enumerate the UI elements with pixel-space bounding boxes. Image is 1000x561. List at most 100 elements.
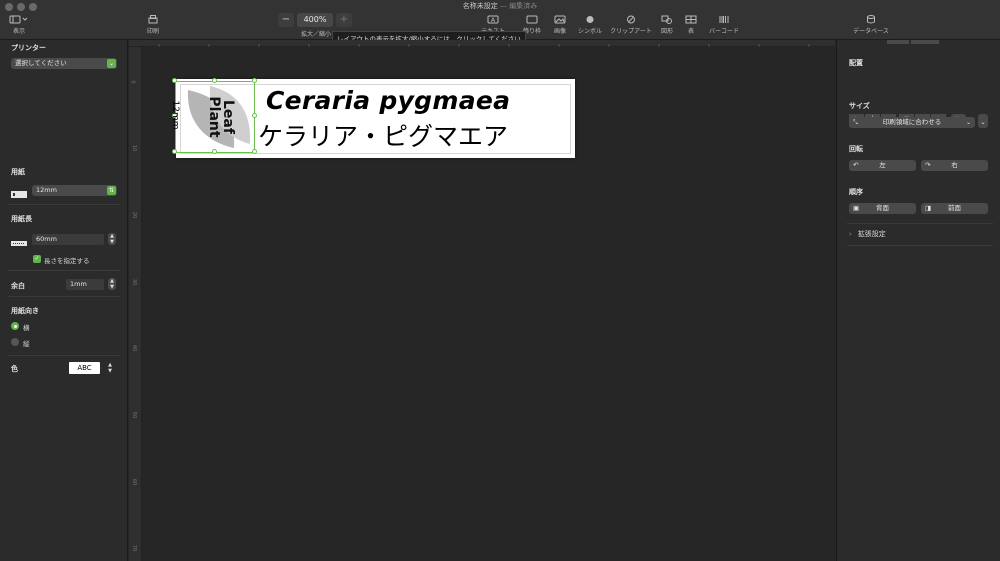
- resize-handle-right[interactable]: [252, 113, 257, 118]
- send-to-back-label: 背面: [876, 204, 889, 212]
- barcode-button[interactable]: バーコード: [705, 15, 743, 35]
- length-fixed-checkbox[interactable]: ✓: [33, 255, 41, 263]
- printer-section-title: プリンター: [11, 44, 46, 52]
- rotate-left-icon: ↶: [853, 161, 859, 169]
- length-stepper[interactable]: ▲ ▼: [108, 233, 116, 245]
- divider: [847, 245, 993, 246]
- document-status: 編集済み: [509, 2, 538, 10]
- margin-section-title: 余白: [11, 282, 25, 290]
- divider: [847, 223, 993, 224]
- ruler-mark: 20: [131, 211, 138, 219]
- selection-box[interactable]: [175, 81, 255, 153]
- ruler-mark: 40: [131, 344, 138, 352]
- orientation-portrait-label: 縦: [23, 340, 30, 348]
- resize-handle-top[interactable]: [212, 78, 217, 83]
- expand-icon: ⤡: [853, 119, 858, 126]
- ruler-ticks: [158, 44, 810, 47]
- barcode-label: バーコード: [708, 28, 739, 35]
- divider: [8, 296, 120, 297]
- printer-select[interactable]: 選択してください ⌄: [11, 58, 117, 69]
- table-button[interactable]: 表: [681, 15, 701, 35]
- orientation-landscape-label: 横: [23, 324, 30, 332]
- view-label: 表示: [12, 28, 25, 35]
- rotate-right-label: 右: [951, 161, 958, 169]
- database-label: データベース: [853, 28, 889, 35]
- frame-icon: [526, 15, 538, 24]
- title-separator: —: [500, 2, 507, 10]
- rotate-right-icon: ↷: [925, 161, 931, 169]
- advanced-settings-toggle[interactable]: › 拡張設定: [849, 229, 886, 239]
- length-field[interactable]: 60mm: [32, 234, 104, 245]
- zoom-out-button[interactable]: −: [278, 13, 294, 27]
- tape-size-indicator: 12mm: [170, 100, 180, 130]
- text-icon: A: [487, 15, 499, 24]
- rotate-left-label: 左: [879, 161, 886, 169]
- shape-icon: [661, 15, 672, 24]
- resize-handle-br[interactable]: [252, 149, 257, 154]
- print-label: 印刷: [146, 28, 159, 35]
- inspector-tab[interactable]: [887, 40, 909, 44]
- ruler-vertical: 0 10 20 30 40 50 60 70: [129, 47, 142, 561]
- send-to-back-button[interactable]: ▣ 背面: [849, 203, 916, 214]
- color-swatch[interactable]: ABC: [69, 362, 100, 374]
- chevron-down-icon: ⌄: [965, 119, 971, 126]
- printer-select-value: 選択してください: [15, 59, 67, 67]
- view-button[interactable]: 表示: [8, 15, 30, 35]
- ruler-mark: 50: [131, 411, 138, 419]
- ruler-mark: 0: [129, 80, 136, 84]
- print-button[interactable]: 印刷: [142, 15, 164, 35]
- left-sidebar: プリンター 選択してください ⌄ 用紙 12mm ⇅ 用紙長 60mm ▲ ▼ ✓…: [0, 40, 128, 561]
- rotate-right-button[interactable]: ↷ 右: [921, 160, 988, 171]
- latin-name-text[interactable]: Ceraria pygmaea: [266, 86, 510, 115]
- chevron-updown-icon: ⇅: [107, 186, 116, 195]
- window-title: 名称未設定 — 編集済み: [0, 1, 1000, 11]
- ruler-mark: 60: [131, 478, 138, 486]
- japanese-name-text[interactable]: ケラリア・ピグマエア: [258, 117, 508, 153]
- bring-front-icon: ◨: [925, 204, 932, 212]
- ruler-mark: 30: [131, 278, 138, 286]
- resize-handle-bottom[interactable]: [212, 149, 217, 154]
- image-button[interactable]: 画像: [549, 15, 571, 35]
- resize-handle-bl[interactable]: [172, 149, 177, 154]
- zoom-label: 拡大／縮小: [300, 31, 331, 38]
- resize-handle-tr[interactable]: [252, 78, 257, 83]
- orientation-portrait-radio[interactable]: [11, 338, 19, 346]
- clipart-button[interactable]: クリップアート: [608, 15, 654, 35]
- zoom-value[interactable]: 400%: [297, 13, 333, 27]
- fit-to-print-area-button[interactable]: ⤡ 印刷領域に合わせる ⌄: [849, 117, 975, 128]
- resize-handle-tl[interactable]: [172, 78, 177, 83]
- app-window: 名称未設定 — 編集済み 表示 印刷 − 400% + 拡大／縮小 A テキスト…: [0, 0, 1000, 561]
- bring-to-front-label: 前面: [948, 204, 961, 212]
- image-icon: [554, 15, 566, 24]
- chevron-right-icon: ›: [849, 230, 852, 238]
- send-back-icon: ▣: [853, 204, 860, 212]
- table-label: 表: [687, 28, 694, 35]
- zoom-in-button[interactable]: +: [336, 13, 352, 27]
- right-sidebar: 配置 ⊫ ╪ ⫦ ⊤ ⊕ ⊥ ⊪ ⌄ サイズ ⤡ 印刷領域に合わせる ⌄ ⌄ 回…: [836, 40, 1000, 561]
- inspector-tab[interactable]: [911, 40, 939, 44]
- paper-select[interactable]: 12mm ⇅: [32, 185, 117, 196]
- paper-section-title: 用紙: [11, 168, 25, 176]
- database-button[interactable]: データベース: [849, 15, 893, 35]
- orientation-landscape-radio[interactable]: [11, 322, 19, 330]
- size-options-button[interactable]: ⌄: [978, 117, 988, 128]
- margin-stepper[interactable]: ▲ ▼: [108, 278, 116, 290]
- image-label: 画像: [553, 28, 566, 35]
- sidebar-toggle-icon: [9, 15, 28, 24]
- color-stepper[interactable]: ▲ ▼: [106, 362, 114, 374]
- rotate-left-button[interactable]: ↶ 左: [849, 160, 916, 171]
- order-section-title: 順序: [849, 188, 863, 196]
- bring-to-front-button[interactable]: ◨ 前面: [921, 203, 988, 214]
- rotate-section-title: 回転: [849, 145, 863, 153]
- ruler-mark: 70: [131, 544, 138, 552]
- symbol-label: シンボル: [577, 28, 602, 35]
- margin-field[interactable]: 1mm: [66, 279, 104, 290]
- symbol-icon: [586, 16, 594, 23]
- symbol-button[interactable]: シンボル: [574, 15, 606, 35]
- chevron-down-icon: ⌄: [107, 59, 116, 68]
- orientation-section-title: 用紙向き: [11, 307, 39, 315]
- length-section-title: 用紙長: [11, 215, 32, 223]
- zoom-control: − 400% +: [276, 13, 354, 27]
- shape-button[interactable]: 図形: [656, 15, 678, 35]
- length-fixed-label: 長さを指定する: [44, 257, 90, 265]
